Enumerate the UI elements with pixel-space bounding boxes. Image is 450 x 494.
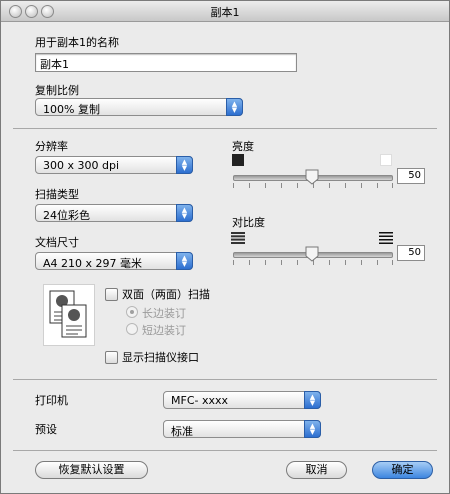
scan-type-popup[interactable]: 24位彩色 ▲ ▼ [35, 204, 193, 222]
light-swatch-icon [380, 154, 392, 166]
show-interface-checkbox[interactable] [105, 351, 118, 364]
window-title: 副本1 [210, 6, 240, 19]
printer-label: 打印机 [35, 394, 68, 407]
brightness-slider-thumb[interactable] [305, 169, 319, 185]
contrast-slider-thumb[interactable] [305, 246, 319, 262]
doc-size-label: 文档尺寸 [35, 236, 79, 249]
show-interface-label: 显示扫描仪接口 [122, 351, 199, 364]
printer-popup[interactable]: MFC- xxxx ▲ ▼ [163, 391, 321, 409]
high-contrast-icon [379, 232, 393, 244]
preset-label: 预设 [35, 423, 57, 436]
separator [13, 379, 437, 380]
short-edge-radio[interactable] [126, 323, 138, 335]
dialog-window: 副本1 用于副本1的名称 副本1 复制比例 100% 复制 ▲ ▼ 分辨率 300… [0, 0, 450, 494]
popup-arrows-icon: ▲ ▼ [226, 98, 243, 116]
copy-ratio-label: 复制比例 [35, 84, 79, 97]
popup-arrows-icon: ▲ ▼ [176, 252, 193, 270]
popup-arrows-icon: ▲ ▼ [304, 420, 321, 438]
resolution-label: 分辨率 [35, 140, 68, 153]
duplex-label: 双面（两面）扫描 [122, 288, 210, 301]
dark-swatch-icon [232, 154, 244, 166]
title-bar: 副本1 [1, 1, 449, 22]
doc-size-value: A4 210 x 297 毫米 [43, 257, 143, 270]
separator [13, 128, 437, 129]
brightness-label: 亮度 [232, 140, 254, 153]
copy-ratio-popup[interactable]: 100% 复制 ▲ ▼ [35, 98, 243, 116]
contrast-value-field[interactable]: 50 [397, 245, 425, 261]
popup-arrows-icon: ▲ ▼ [176, 204, 193, 222]
scan-type-label: 扫描类型 [35, 188, 79, 201]
copy-ratio-value: 100% 复制 [43, 103, 100, 116]
duplex-preview-image [43, 284, 95, 346]
low-contrast-icon [231, 232, 245, 244]
brightness-value-field[interactable]: 50 [397, 168, 425, 184]
copy-name-label: 用于副本1的名称 [35, 36, 119, 49]
resolution-value: 300 x 300 dpi [43, 159, 120, 172]
popup-arrows-icon: ▲ ▼ [176, 156, 193, 174]
cancel-button[interactable]: 取消 [286, 461, 347, 479]
long-edge-label: 长边装订 [142, 307, 186, 320]
resolution-popup[interactable]: 300 x 300 dpi ▲ ▼ [35, 156, 193, 174]
separator [13, 450, 437, 451]
doc-size-popup[interactable]: A4 210 x 297 毫米 ▲ ▼ [35, 252, 193, 270]
preset-popup[interactable]: 标准 ▲ ▼ [163, 420, 321, 438]
copy-name-value: 副本1 [40, 58, 69, 71]
duplex-checkbox[interactable] [105, 288, 118, 301]
copy-name-field[interactable]: 副本1 [35, 53, 297, 72]
preset-value: 标准 [171, 425, 193, 438]
restore-defaults-button[interactable]: 恢复默认设置 [35, 461, 148, 479]
short-edge-label: 短边装订 [142, 324, 186, 337]
popup-arrows-icon: ▲ ▼ [304, 391, 321, 409]
long-edge-radio[interactable] [126, 306, 138, 318]
scan-type-value: 24位彩色 [43, 209, 90, 222]
printer-value: MFC- xxxx [171, 394, 229, 407]
ok-button[interactable]: 确定 [372, 461, 433, 479]
duplex-pages-icon [49, 290, 87, 338]
contrast-label: 对比度 [232, 216, 265, 229]
